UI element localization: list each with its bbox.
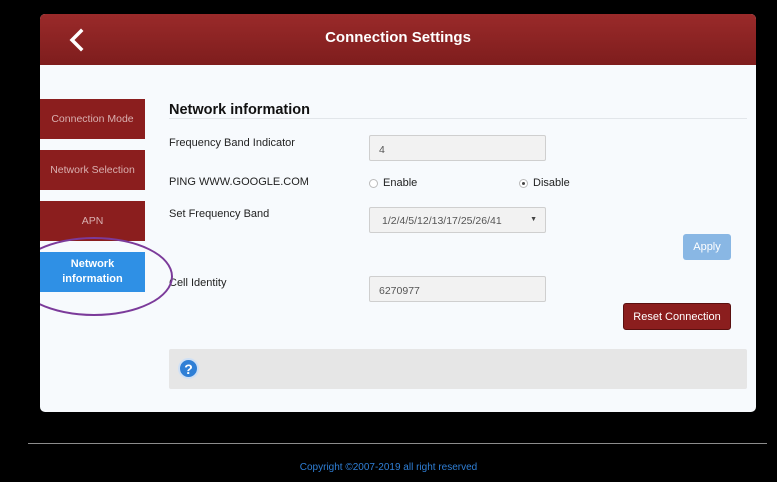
cell-identity-label: Cell Identity [169,277,227,289]
apply-button[interactable]: Apply [683,234,731,260]
sidebar-item-label: Network information [62,257,123,287]
radio-on-icon [519,178,528,188]
header-bar: Connection Settings [40,14,756,65]
frequency-band-value: 1/2/4/5/12/13/17/25/26/41 [382,215,502,227]
help-icon[interactable]: ? [178,358,199,379]
frequency-band-indicator-field: 4 [369,135,546,161]
page-title: Connection Settings [325,29,471,46]
caret-down-icon: ▼ [530,216,537,223]
ping-disable-radio[interactable]: Disable [519,177,570,189]
section-divider [169,118,747,119]
ping-label: PING WWW.GOOGLE.COM [169,176,309,188]
set-frequency-band-label: Set Frequency Band [169,208,270,220]
copyright-text: Copyright ©2007-2019 all right reserved [299,462,478,473]
radio-off-icon [369,178,378,188]
ping-enable-label: Enable [383,177,418,189]
footer-divider [28,443,767,444]
sidebar-item-connection-mode[interactable]: Connection Mode [40,99,145,139]
sidebar-item-network-information[interactable]: Network information [40,252,145,292]
sidebar-item-network-selection[interactable]: Network Selection [40,150,145,190]
frequency-band-indicator-label: Frequency Band Indicator [169,137,295,149]
sidebar-item-label-line2: information [62,273,123,285]
settings-panel: Connection Settings Connection Mode Netw… [40,14,756,412]
frequency-band-select[interactable]: 1/2/4/5/12/13/17/25/26/41 ▼ [369,207,546,233]
help-bar: ? [169,349,747,389]
ping-disable-label: Disable [533,177,570,189]
section-title: Network information [169,102,310,118]
reset-connection-button[interactable]: Reset Connection [623,303,731,330]
cell-identity-field: 6270977 [369,276,546,302]
ping-enable-radio[interactable]: Enable [369,177,417,189]
sidebar-item-label-line1: Network [70,258,115,270]
sidebar-item-apn[interactable]: APN [40,201,145,241]
